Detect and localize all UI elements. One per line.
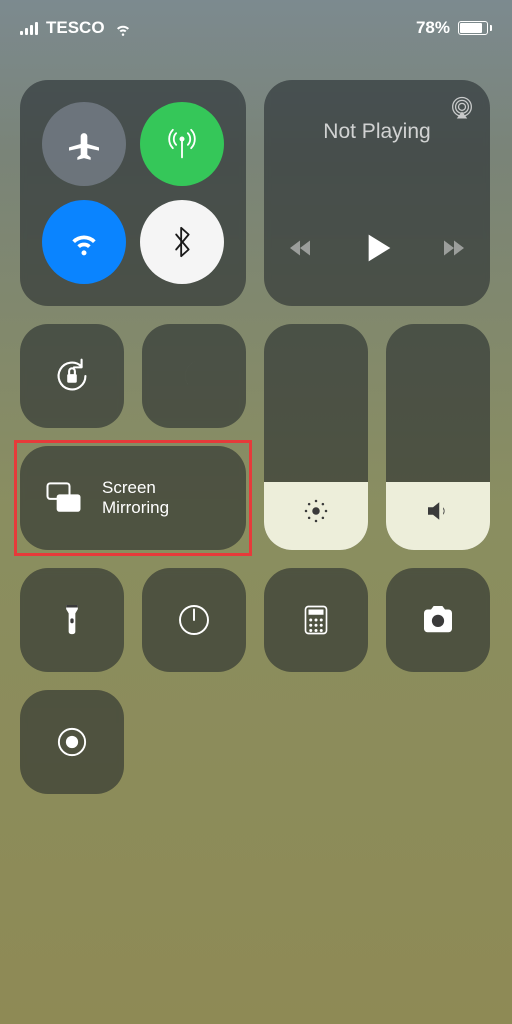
cellular-antenna-icon [162,124,202,164]
timer-icon [173,599,215,641]
flashlight-icon [52,600,92,640]
media-play-button[interactable] [357,228,397,268]
camera-icon [417,599,459,641]
volume-slider[interactable] [386,324,490,550]
airplay-icon[interactable] [448,94,476,122]
screen-mirroring-tile[interactable]: Screen Mirroring [20,446,246,550]
camera-button[interactable] [386,568,490,672]
media-tile[interactable]: Not Playing [264,80,490,306]
moon-icon [173,355,215,397]
screen-record-button[interactable] [20,690,124,794]
brightness-slider[interactable] [264,324,368,550]
now-playing-label: Not Playing [284,120,470,144]
wifi-icon [64,222,104,262]
volume-icon [423,496,453,526]
screen-record-icon [51,721,93,763]
carrier-label: TESCO [46,18,105,38]
cellular-signal-icon [20,21,38,35]
wifi-status-icon [113,18,133,38]
status-bar: TESCO 78% [0,0,512,56]
screen-mirroring-label: Screen Mirroring [102,478,169,517]
calculator-button[interactable] [264,568,368,672]
battery-percent-label: 78% [416,18,450,38]
brightness-icon [301,496,331,526]
media-next-button[interactable] [439,233,469,263]
bluetooth-icon [162,222,202,262]
battery-icon [458,21,492,35]
flashlight-button[interactable] [20,568,124,672]
do-not-disturb-toggle[interactable] [142,324,246,428]
cellular-data-toggle[interactable] [140,102,224,186]
bluetooth-toggle[interactable] [140,200,224,284]
media-prev-button[interactable] [285,233,315,263]
timer-button[interactable] [142,568,246,672]
wifi-toggle[interactable] [42,200,126,284]
connectivity-tile[interactable] [20,80,246,306]
screen-mirroring-icon [42,476,86,520]
airplane-mode-toggle[interactable] [42,102,126,186]
orientation-lock-toggle[interactable] [20,324,124,428]
airplane-icon [64,124,104,164]
calculator-icon [298,602,334,638]
orientation-lock-icon [49,353,95,399]
